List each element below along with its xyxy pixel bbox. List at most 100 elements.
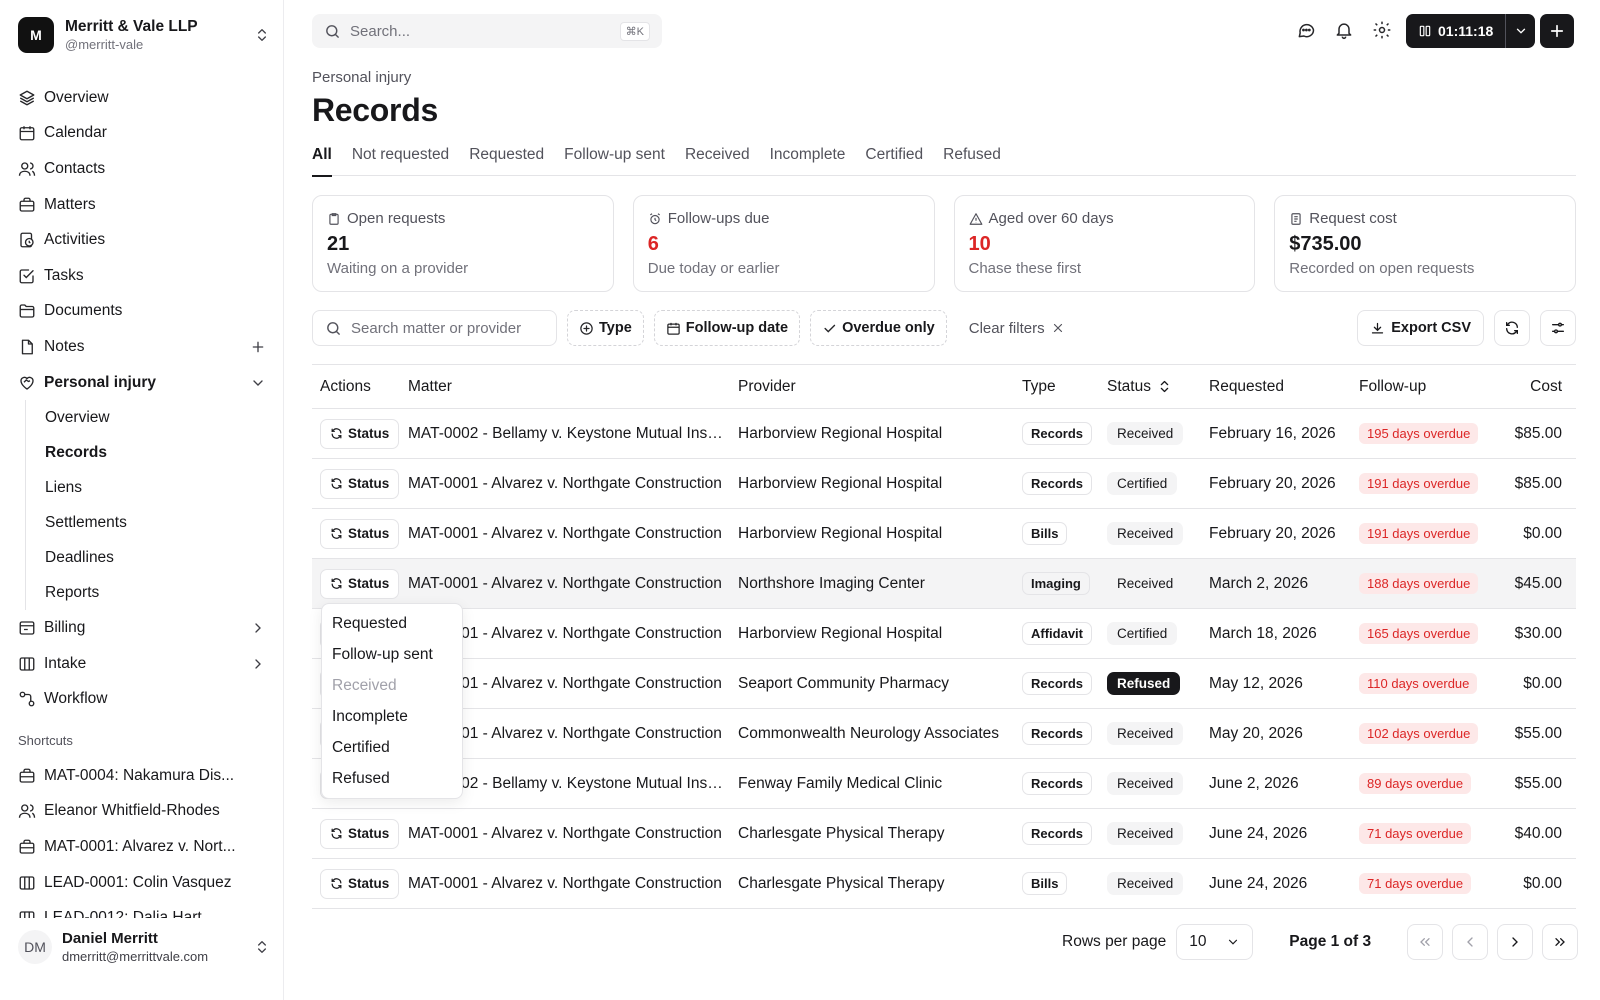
breadcrumb[interactable]: Personal injury <box>312 69 411 86</box>
timer-columns-icon <box>1419 25 1431 37</box>
nav-documents[interactable]: Documents <box>18 294 270 330</box>
change-status-button[interactable]: Status <box>320 568 400 599</box>
tab-received[interactable]: Received <box>685 146 750 176</box>
col-status-sort[interactable]: Status <box>1107 378 1209 396</box>
nav-intake[interactable]: Intake <box>18 646 270 682</box>
refresh-button[interactable] <box>1494 310 1530 346</box>
menu-item-certified[interactable]: Certified <box>322 732 462 763</box>
tab-incomplete[interactable]: Incomplete <box>770 146 846 176</box>
change-status-button[interactable]: Status <box>320 518 400 549</box>
rows-per-page-value: 10 <box>1189 933 1207 950</box>
cell-matter[interactable]: MAT-0001 - Alvarez v. Northgate Construc… <box>408 875 738 893</box>
table-row[interactable]: StatusMAT-0001 - Alvarez v. Northgate Co… <box>312 709 1576 759</box>
subnav-records[interactable]: Records <box>45 435 270 470</box>
cell-matter[interactable]: MAT-0002 - Bellamy v. Keystone Mutual In… <box>408 425 738 443</box>
col-matter: Matter <box>408 377 452 395</box>
nav-workflow[interactable]: Workflow <box>18 682 270 718</box>
global-search[interactable]: Search... ⌘K <box>312 14 662 48</box>
clipboard-icon <box>329 212 339 225</box>
nav-matters[interactable]: Matters <box>18 187 270 223</box>
prev-page-button[interactable] <box>1452 924 1489 960</box>
shortcut-item[interactable]: MAT-0001: Alvarez v. Nort... <box>18 829 248 865</box>
shortcut-item[interactable]: LEAD-0001: Colin Vasquez <box>18 865 248 901</box>
change-status-button[interactable]: Status <box>320 818 400 849</box>
add-note-plus-icon[interactable] <box>250 339 266 355</box>
gear-icon[interactable] <box>1372 20 1392 40</box>
refresh-icon <box>331 478 342 489</box>
subnav-liens[interactable]: Liens <box>45 470 270 505</box>
subnav-deadlines[interactable]: Deadlines <box>45 540 270 575</box>
subnav-reports[interactable]: Reports <box>45 575 270 610</box>
table-row[interactable]: Status MAT-0001 - Alvarez v. Northgate Co… <box>312 509 1576 559</box>
nav-notes[interactable]: Notes <box>18 329 270 365</box>
table-row[interactable]: StatusMAT-0002 - Bellamy v. Keystone Mut… <box>312 759 1576 809</box>
rows-per-page-select[interactable]: 10 <box>1176 924 1254 960</box>
nav-overview[interactable]: Overview <box>18 80 270 116</box>
change-status-button[interactable]: Status <box>320 418 400 449</box>
tab-not-requested[interactable]: Not requested <box>352 146 449 176</box>
cell-matter[interactable]: MAT-0001 - Alvarez v. Northgate Construc… <box>408 825 738 843</box>
nav-activities[interactable]: Activities <box>18 222 270 258</box>
cell-matter[interactable]: MAT-0001 - Alvarez v. Northgate Construc… <box>408 475 738 493</box>
type-badge: Bills <box>1022 522 1068 545</box>
columns-icon <box>19 911 35 918</box>
nav-personal-injury[interactable]: Personal injury <box>18 365 270 401</box>
menu-item-follow-up-sent[interactable]: Follow-up sent <box>322 639 462 670</box>
cell-requested: February 20, 2026 <box>1209 524 1336 542</box>
tab-follow-up-sent[interactable]: Follow-up sent <box>564 146 665 176</box>
tab-all[interactable]: All <box>312 146 332 177</box>
tab-certified[interactable]: Certified <box>865 146 923 176</box>
overdue-badge: 191 days overdue <box>1359 523 1479 544</box>
user-menu[interactable]: DM Daniel Merritt dmerritt@merrittvale.c… <box>18 925 270 969</box>
table-row[interactable]: Status MAT-0001 - Alvarez v. Northgate Co… <box>312 859 1576 909</box>
clear-filters-button[interactable]: Clear filters <box>969 320 1065 337</box>
first-page-button[interactable] <box>1407 924 1444 960</box>
menu-item-refused[interactable]: Refused <box>322 763 462 794</box>
status-tabs: All Not requested Requested Follow-up se… <box>312 146 1576 177</box>
columns-icon <box>19 875 35 890</box>
next-page-button[interactable] <box>1497 924 1534 960</box>
subnav-settlements[interactable]: Settlements <box>45 505 270 540</box>
change-status-button[interactable]: Status <box>320 868 400 899</box>
nav-calendar-label: Calendar <box>44 124 107 142</box>
last-page-button[interactable] <box>1542 924 1579 960</box>
table-row[interactable]: Status MAT-0001 - Alvarez v. Northgate Co… <box>312 809 1576 859</box>
type-badge: Records <box>1022 822 1093 845</box>
create-new-button[interactable] <box>1540 14 1574 48</box>
bell-icon[interactable] <box>1334 20 1354 40</box>
table-row[interactable]: Status MAT-0002 - Bellamy v. Keystone Mut… <box>312 409 1576 459</box>
tab-refused[interactable]: Refused <box>943 146 1001 176</box>
tab-requested[interactable]: Requested <box>469 146 544 176</box>
cell-type: Records <box>1022 722 1107 745</box>
timer-dropdown-button[interactable] <box>1505 14 1536 48</box>
menu-item-incomplete[interactable]: Incomplete <box>322 701 462 732</box>
filter-search-input[interactable]: Search matter or provider <box>312 310 557 346</box>
nav-billing[interactable]: Billing <box>18 610 270 646</box>
shortcut-item[interactable]: MAT-0004: Nakamura Dis... <box>18 758 248 794</box>
table-row[interactable]: StatusMAT-0001 - Alvarez v. Northgate Co… <box>312 659 1576 709</box>
nav-tasks[interactable]: Tasks <box>18 258 270 294</box>
subnav-overview[interactable]: Overview <box>45 400 270 435</box>
shortcut-item[interactable]: Eleanor Whitfield-Rhodes <box>18 794 248 830</box>
change-status-button[interactable]: Status <box>320 468 400 499</box>
overdue-only-toggle[interactable]: Overdue only <box>810 310 947 346</box>
type-filter-button[interactable]: Type <box>567 310 644 346</box>
col-requested: Requested <box>1209 377 1284 395</box>
cell-matter[interactable]: MAT-0001 - Alvarez v. Northgate Construc… <box>408 575 738 593</box>
nav-calendar[interactable]: Calendar <box>18 116 270 152</box>
nav-contacts[interactable]: Contacts <box>18 151 270 187</box>
chat-icon[interactable] <box>1296 20 1316 40</box>
shortcut-item[interactable]: LEAD-0012: Dalia Hart <box>18 900 248 918</box>
table-row[interactable]: StatusMAT-0001 - Alvarez v. Northgate Co… <box>312 609 1576 659</box>
org-switcher[interactable]: M Merritt & Vale LLP @merritt-vale <box>18 16 270 54</box>
export-csv-button[interactable]: Export CSV <box>1357 310 1484 346</box>
cell-provider: Harborview Regional Hospital <box>738 424 943 442</box>
table-row[interactable]: Status MAT-0001 - Alvarez v. Northgate Co… <box>312 559 1576 609</box>
timer-button[interactable]: 01:11:18 <box>1406 14 1506 48</box>
cell-matter[interactable]: MAT-0001 - Alvarez v. Northgate Construc… <box>408 525 738 543</box>
menu-item-requested[interactable]: Requested <box>322 608 462 639</box>
view-settings-button[interactable] <box>1540 310 1576 346</box>
table-row[interactable]: Status MAT-0001 - Alvarez v. Northgate Co… <box>312 459 1576 509</box>
alarm-icon <box>649 212 660 224</box>
followup-date-filter-button[interactable]: Follow-up date <box>653 310 801 346</box>
